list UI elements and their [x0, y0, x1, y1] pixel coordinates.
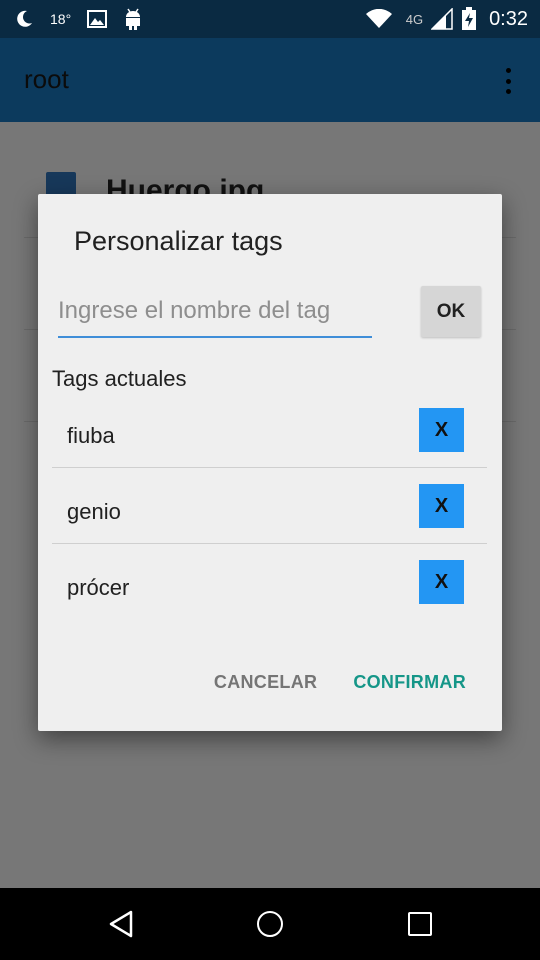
remove-tag-button[interactable]: X — [419, 408, 464, 452]
app-bar-title: root — [24, 64, 69, 94]
customize-tags-dialog: Personalizar tags OK Tags actuales fiuba… — [38, 194, 502, 731]
wifi-icon — [365, 9, 392, 28]
tag-row: prócer X — [52, 544, 487, 620]
back-icon[interactable] — [108, 910, 134, 938]
tag-list: fiuba X genio X prócer X — [52, 392, 487, 620]
overflow-menu-icon[interactable] — [504, 68, 512, 94]
ok-button[interactable]: OK — [421, 286, 481, 337]
dialog-title: Personalizar tags — [74, 226, 283, 256]
image-icon — [87, 10, 108, 28]
battery-charging-icon — [462, 7, 477, 30]
status-bar-left: 18° — [14, 0, 143, 38]
confirm-button[interactable]: CONFIRMAR — [353, 672, 466, 693]
tag-name: genio — [67, 499, 121, 524]
tag-row: genio X — [52, 468, 487, 544]
home-icon[interactable] — [257, 911, 283, 937]
tag-name-input[interactable] — [58, 286, 372, 338]
dialog-actions: CANCELAR CONFIRMAR — [214, 672, 466, 693]
status-bar-right: 4G 0:32 — [365, 0, 528, 38]
clock: 0:32 — [489, 7, 528, 30]
remove-tag-button[interactable]: X — [419, 484, 464, 528]
moon-icon — [17, 10, 32, 27]
network-type-label: 4G — [405, 11, 424, 27]
android-icon — [126, 8, 141, 30]
tag-name: fiuba — [67, 423, 115, 448]
remove-tag-button[interactable]: X — [419, 560, 464, 604]
app-bar: root — [0, 38, 540, 122]
current-tags-label: Tags actuales — [52, 366, 187, 391]
status-bar: 18° 4G 0:32 — [0, 0, 540, 38]
tag-row: fiuba X — [52, 392, 487, 468]
cancel-button[interactable]: CANCELAR — [214, 672, 317, 693]
temperature-label: 18° — [50, 11, 72, 27]
recents-icon[interactable] — [408, 912, 432, 936]
tag-name: prócer — [67, 575, 130, 600]
navigation-bar — [0, 888, 540, 960]
cell-signal-icon — [431, 8, 453, 30]
